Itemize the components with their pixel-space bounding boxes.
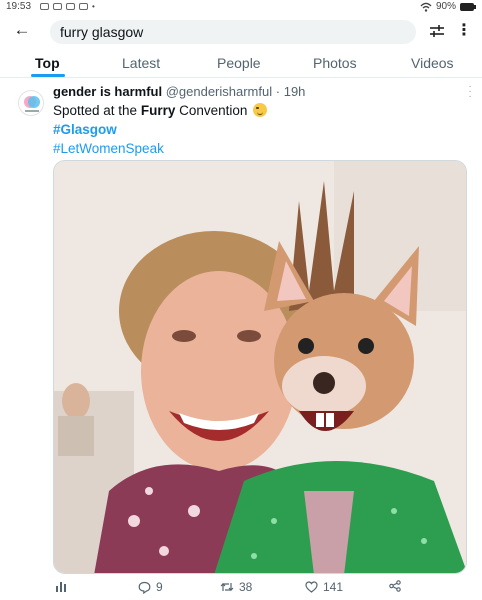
status-bar: 19:53 • 90% — [0, 0, 482, 14]
tweet-text-prefix: Spotted at the — [53, 103, 141, 118]
battery-icon — [460, 2, 476, 11]
tweet-header: gender is harmful @genderisharmful · 19h — [53, 84, 305, 100]
reply-count: 9 — [156, 580, 163, 594]
photo-image — [54, 161, 466, 573]
tab-people[interactable]: People — [217, 55, 261, 71]
tweet-menu-icon[interactable]: · · · — [466, 82, 474, 102]
analytics-button[interactable] — [55, 580, 67, 592]
tweet-text-line: Spotted at the Furry Convention — [53, 101, 268, 120]
tweet-text-bold: Furry — [140, 103, 176, 118]
wifi-icon — [420, 2, 432, 12]
notification-icons: • — [40, 2, 95, 11]
arrow-left-icon[interactable]: ← — [12, 20, 32, 40]
reply-button[interactable]: 9 — [138, 580, 163, 594]
tab-videos[interactable]: Videos — [411, 55, 454, 71]
search-input[interactable] — [50, 20, 416, 44]
heart-icon — [305, 581, 318, 593]
image-notification-icon — [66, 3, 75, 10]
status-right: 90% — [420, 1, 476, 12]
share-icon — [389, 580, 401, 592]
battery-percent: 90% — [435, 1, 456, 12]
tweet-photo[interactable] — [53, 160, 467, 574]
tweet-actions: 9 38 141 — [0, 578, 482, 600]
like-button[interactable]: 141 — [305, 580, 343, 594]
notification-icon — [40, 3, 49, 10]
sliders-icon[interactable] — [428, 22, 446, 40]
tweet-text-suffix: Convention — [175, 103, 252, 118]
retweet-icon — [220, 583, 234, 591]
message-icon — [79, 3, 88, 10]
retweet-count: 38 — [239, 580, 253, 594]
separator-dot: · — [275, 84, 281, 99]
tweet-timestamp[interactable]: 19h — [284, 84, 306, 99]
active-tab-indicator — [31, 74, 65, 77]
share-button[interactable] — [389, 580, 401, 592]
mail-icon — [53, 3, 62, 10]
speech-bubble-icon — [138, 581, 151, 594]
display-name[interactable]: gender is harmful — [53, 84, 162, 99]
tab-photos[interactable]: Photos — [313, 55, 357, 71]
tweet[interactable]: gender is harmful @genderisharmful · 19h… — [0, 80, 482, 600]
bar-chart-icon — [56, 582, 66, 592]
hashtag-letwomenspeak[interactable]: #LetWomenSpeak — [53, 141, 164, 156]
tab-top[interactable]: Top — [35, 55, 60, 71]
vertical-dots-icon[interactable]: ⋮ — [456, 22, 472, 40]
tab-latest[interactable]: Latest — [122, 55, 160, 71]
search-header: ← ⋮ — [0, 14, 482, 48]
retweet-button[interactable]: 38 — [220, 580, 252, 594]
winking-face-emoji-icon — [253, 103, 268, 117]
status-time: 19:53 — [6, 1, 32, 12]
hashtag-line: #Glasgow — [53, 120, 267, 139]
avatar-logo-icon — [24, 96, 40, 112]
tweet-text: Spotted at the Furry Convention #Glasgow… — [53, 101, 268, 158]
user-handle[interactable]: @genderisharmful — [166, 84, 272, 99]
hashtag-glasgow[interactable]: #Glasgow — [53, 122, 117, 137]
like-count: 141 — [323, 580, 344, 594]
more-notifications-icon: • — [92, 2, 95, 11]
hashtag-line: #LetWomenSpeak — [53, 139, 267, 158]
avatar[interactable] — [18, 90, 44, 116]
search-tabs: Top Latest People Photos Videos — [0, 50, 482, 78]
